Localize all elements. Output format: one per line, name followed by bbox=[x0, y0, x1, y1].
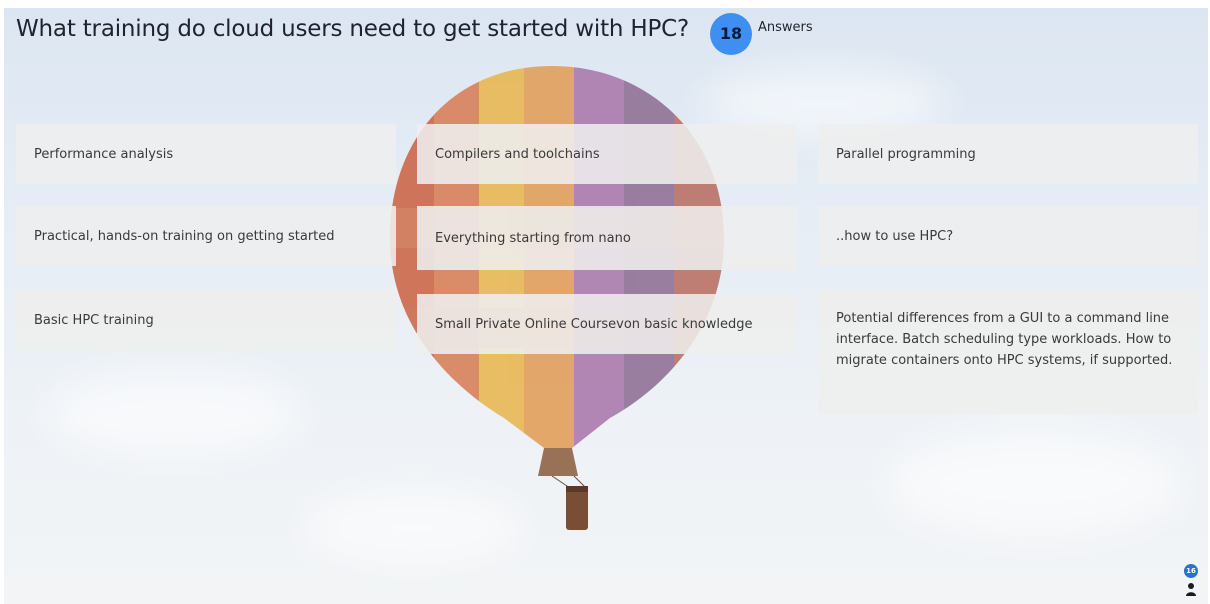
answer-text: Compilers and toolchains bbox=[435, 147, 600, 162]
question-title: What training do cloud users need to get… bbox=[16, 16, 690, 42]
answer-count-label: Answers bbox=[758, 20, 813, 35]
answer-text: Performance analysis bbox=[34, 147, 174, 162]
answer-count-badge: 18 bbox=[710, 13, 752, 55]
person-icon bbox=[1186, 583, 1196, 596]
answer-card: ..how to use HPC? bbox=[818, 206, 1198, 266]
participants-indicator[interactable]: 16 bbox=[1182, 564, 1202, 600]
answer-text: Potential differences from a GUI to a co… bbox=[836, 311, 1173, 368]
answer-card: Small Private Online Coursevon basic kno… bbox=[417, 294, 797, 354]
answer-card: Parallel programming bbox=[818, 124, 1198, 184]
answer-text: Small Private Online Coursevon basic kno… bbox=[435, 317, 753, 332]
answer-text: Practical, hands-on training on getting … bbox=[34, 229, 335, 244]
answer-card: Everything starting from nano bbox=[417, 206, 797, 270]
answer-card: Practical, hands-on training on getting … bbox=[16, 206, 396, 266]
answer-text: Everything starting from nano bbox=[435, 231, 631, 246]
answer-text: Basic HPC training bbox=[34, 313, 154, 328]
answer-card: Performance analysis bbox=[16, 124, 396, 184]
answer-text: Parallel programming bbox=[836, 147, 976, 162]
participants-count-badge: 16 bbox=[1184, 564, 1198, 578]
answer-text: ..how to use HPC? bbox=[836, 229, 954, 244]
presentation-slide: What training do cloud users need to get… bbox=[4, 8, 1208, 604]
answer-card: Compilers and toolchains bbox=[417, 124, 797, 184]
answer-card: Basic HPC training bbox=[16, 290, 396, 350]
answer-card: Potential differences from a GUI to a co… bbox=[818, 290, 1198, 414]
